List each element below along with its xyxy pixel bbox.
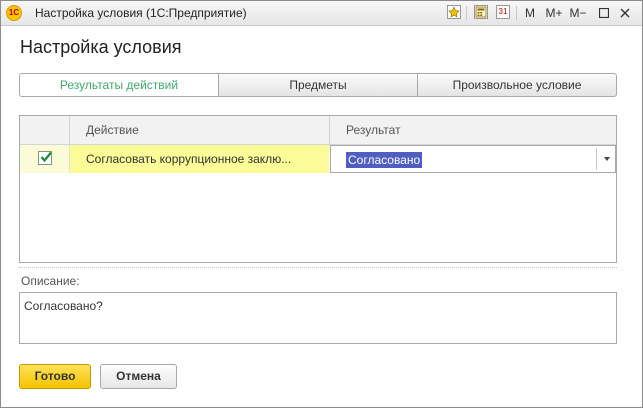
window-title: Настройка условия (1С:Предприятие): [35, 6, 247, 20]
cancel-button[interactable]: Отмена: [100, 364, 177, 389]
checkmark-icon: [40, 151, 52, 163]
results-table: Действие Результат Согласовать коррупцио…: [19, 115, 617, 263]
column-header-result[interactable]: Результат: [330, 116, 616, 144]
dialog-window: 1С Настройка условия (1С:Предприятие) 31…: [0, 0, 643, 408]
result-dropdown[interactable]: Согласовано: [330, 145, 616, 173]
maximize-icon: [598, 7, 610, 19]
description-field[interactable]: Согласовано?: [19, 292, 617, 344]
tab-strip: Результаты действий Предметы Произвольно…: [19, 73, 617, 97]
calendar-icon[interactable]: 31: [496, 5, 510, 19]
check-cell: [20, 145, 70, 173]
row-checkbox[interactable]: [38, 151, 52, 165]
chevron-down-icon[interactable]: [604, 157, 610, 161]
page-title: Настройка условия: [20, 37, 182, 57]
tab-subjects[interactable]: Предметы: [219, 74, 418, 96]
action-cell[interactable]: Согласовать коррупционное заклю...: [70, 145, 329, 173]
memory-minus-button[interactable]: M−: [568, 4, 588, 22]
result-value: Согласовано: [346, 152, 423, 168]
table-row[interactable]: Согласовать коррупционное заклю... Согла…: [20, 145, 616, 173]
tab-action-results[interactable]: Результаты действий: [20, 74, 219, 96]
close-icon: [620, 8, 630, 18]
memory-button[interactable]: M: [524, 4, 536, 22]
dropdown-separator: [596, 148, 597, 170]
description-label: Описание:: [21, 274, 80, 288]
toolbar-separator: [466, 6, 467, 20]
column-header-action[interactable]: Действие: [70, 116, 330, 144]
calculator-icon[interactable]: [474, 5, 488, 19]
divider: [19, 267, 617, 268]
description-text: Согласовано?: [24, 299, 103, 313]
title-bar: 1С Настройка условия (1С:Предприятие) 31…: [1, 1, 642, 26]
app-logo-icon[interactable]: 1С: [6, 5, 22, 21]
done-button[interactable]: Готово: [19, 364, 91, 389]
bookmark-icon[interactable]: [447, 5, 461, 19]
check-column-header[interactable]: [20, 116, 70, 144]
tab-custom-condition[interactable]: Произвольное условие: [418, 74, 616, 96]
table-header: Действие Результат: [20, 116, 616, 145]
memory-plus-button[interactable]: M+: [544, 4, 564, 22]
maximize-button[interactable]: [598, 4, 610, 22]
toolbar-separator: [516, 6, 517, 20]
close-button[interactable]: [618, 4, 632, 22]
